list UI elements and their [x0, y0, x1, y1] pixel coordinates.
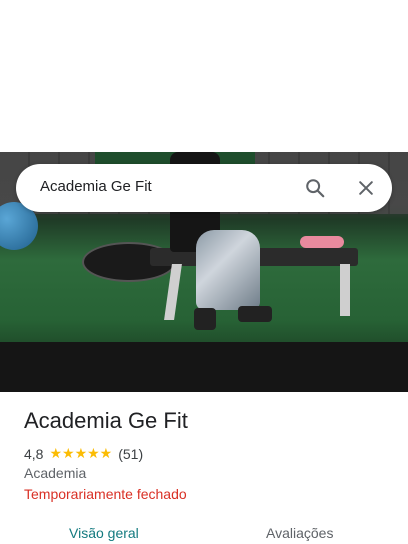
photo-person-shoe [238, 306, 272, 322]
search-input[interactable]: Academia Ge Fit [40, 178, 152, 195]
place-category: Academia [24, 465, 87, 481]
star-icons: ★★★★★ [49, 445, 113, 461]
photo-bench-leg [340, 264, 350, 316]
place-title: Academia Ge Fit [24, 408, 188, 433]
photo-floor-edge [0, 342, 408, 392]
tab-reviews[interactable]: Avaliações [266, 525, 333, 541]
close-icon[interactable] [353, 175, 379, 201]
search-bar[interactable]: Academia Ge Fit [16, 164, 392, 212]
tab-overview[interactable]: Visão geral [69, 525, 139, 541]
status-badge: Temporariamente fechado [24, 486, 187, 502]
photo-person-legs [196, 230, 260, 310]
photo-person-shoe [194, 308, 216, 330]
rating-value: 4,8 [24, 445, 44, 462]
search-icon[interactable] [302, 175, 328, 201]
rating-row[interactable]: 4,8 ★★★★★ (51) [24, 445, 143, 462]
review-count: (51) [118, 445, 144, 462]
photo-pink-weights [300, 236, 344, 248]
